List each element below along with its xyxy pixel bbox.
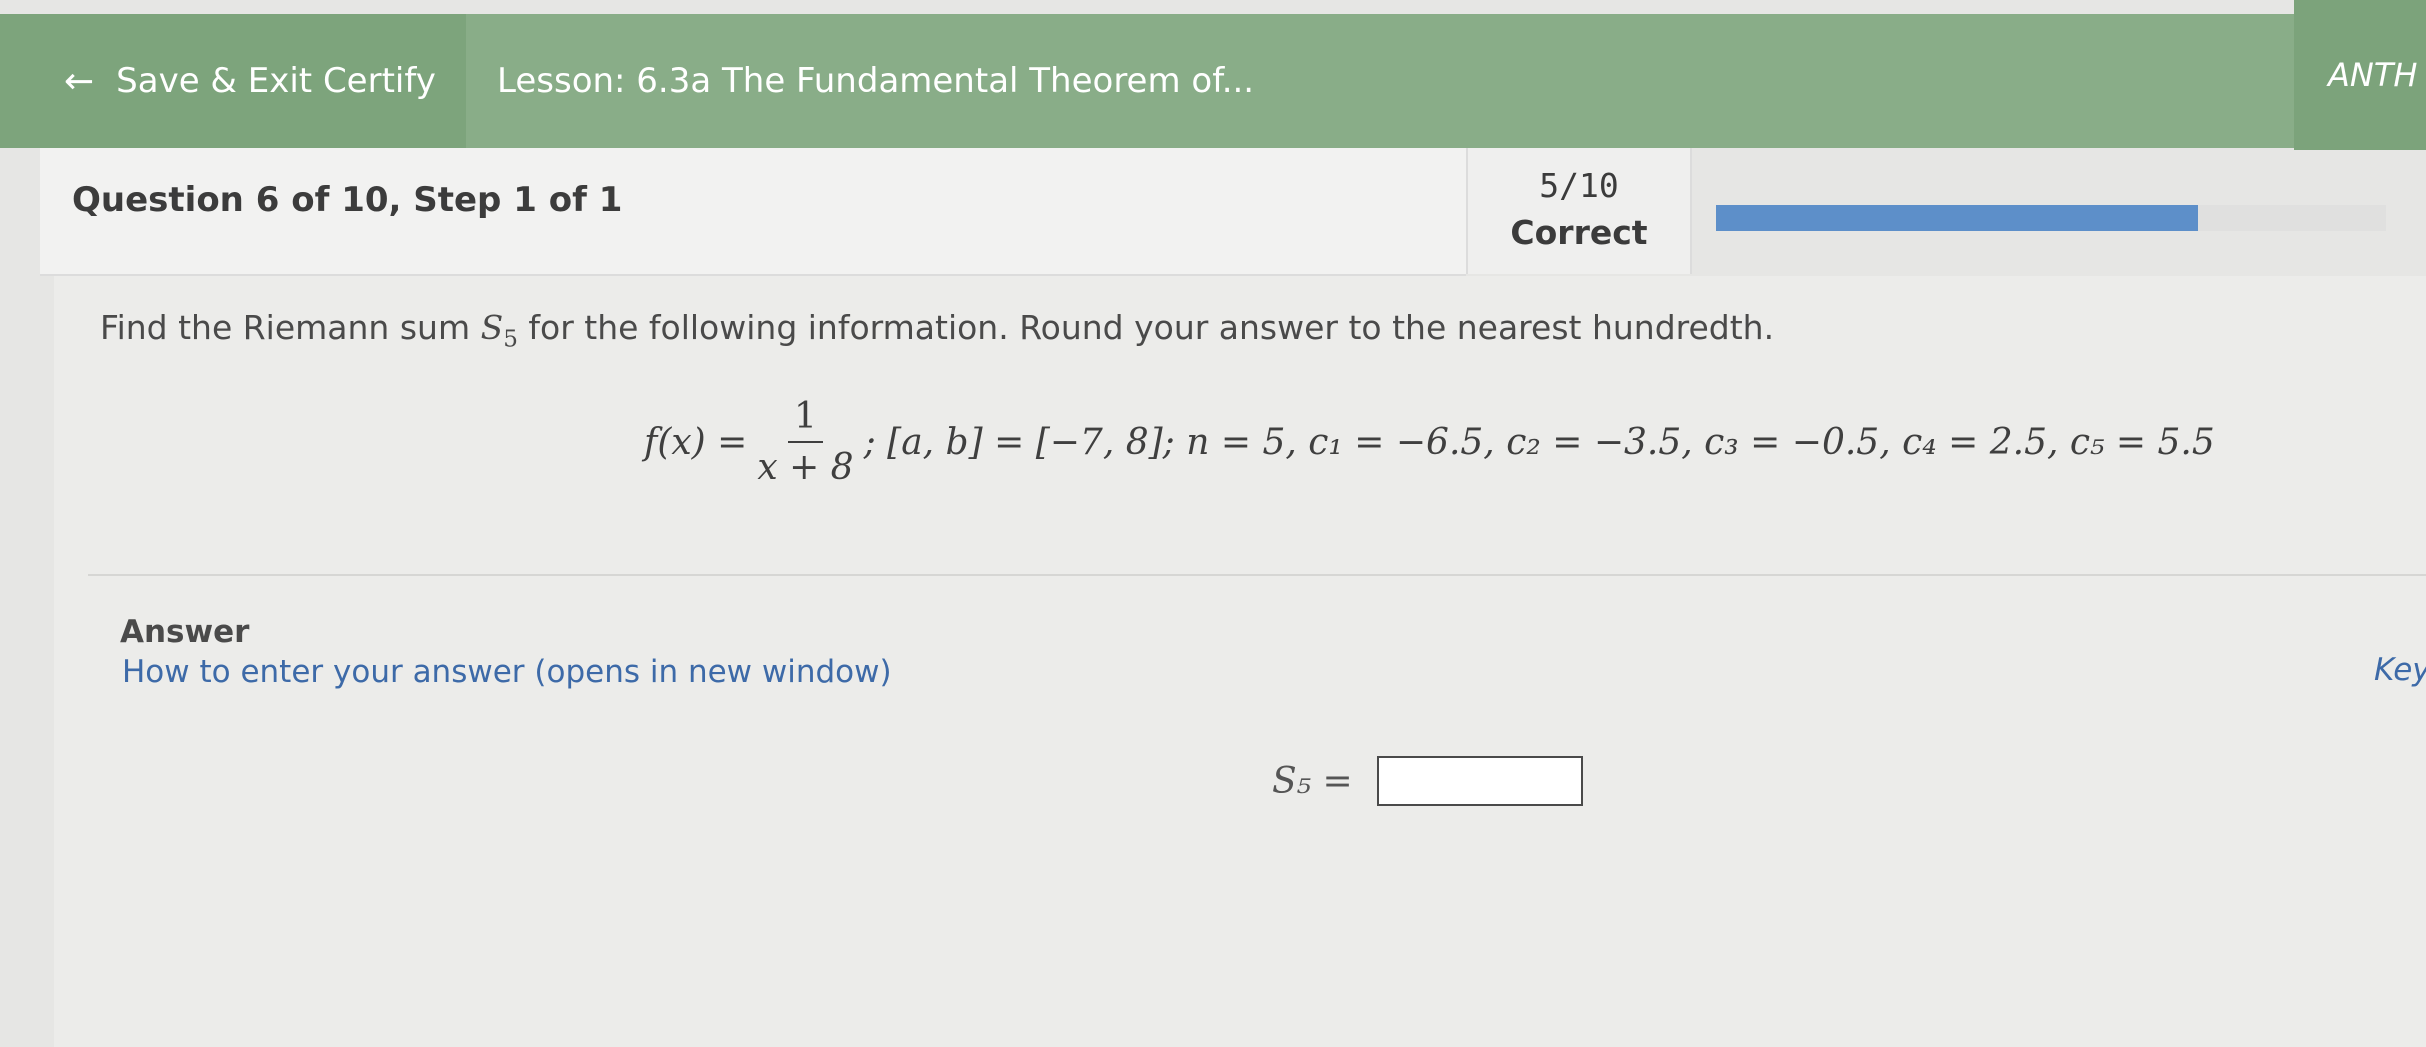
progress-bar-fill (1716, 205, 2199, 231)
answer-heading: Answer (120, 614, 250, 650)
answer-input[interactable] (1376, 756, 1583, 806)
score-label: Correct (1510, 213, 1648, 252)
score-summary: 5/10 Correct (1466, 148, 1692, 274)
section-divider (88, 574, 2426, 576)
brand-logo: ANTH (2294, 0, 2426, 150)
function-fraction: 1 x + 8 (757, 396, 853, 488)
problem-conditions: ; [a, b] = [−7, 8]; n = 5, c₁ = −6.5, c₂… (863, 421, 2215, 463)
back-arrow-icon: ← (64, 60, 95, 102)
progress-bar (1716, 205, 2386, 231)
fraction-numerator: 1 (788, 396, 823, 443)
top-navigation-bar: ← Save & Exit Certify Lesson: 6.3a The F… (0, 14, 2426, 148)
score-fraction: 5/10 (1539, 166, 1619, 205)
problem-formula: f(x) = 1 x + 8 ; [a, b] = [−7, 8]; n = 5… (644, 396, 2215, 488)
answer-row: S₅ = (1272, 756, 1583, 806)
save-exit-label: Save & Exit Certify (116, 61, 436, 101)
question-title: Question 6 of 10, Step 1 of 1 (72, 180, 623, 220)
prompt-text-before: Find the Riemann sum (100, 308, 471, 347)
keyboard-shortcuts-link[interactable]: Keyb (2374, 652, 2426, 688)
prompt-sum-symbol: S5 (480, 308, 518, 353)
fraction-denominator: x + 8 (757, 447, 854, 488)
question-content: Find the Riemann sum S5 for the followin… (54, 276, 2426, 1047)
answer-help-link[interactable]: How to enter your answer (opens in new w… (122, 654, 892, 690)
save-exit-button[interactable]: ← Save & Exit Certify (0, 14, 466, 148)
function-lhs: f(x) = (644, 421, 748, 463)
lesson-title: Lesson: 6.3a The Fundamental Theorem of.… (497, 61, 1255, 101)
question-prompt: Find the Riemann sum S5 for the followin… (100, 308, 1774, 353)
prompt-text-after: for the following information. Round you… (528, 308, 1775, 347)
question-header: Question 6 of 10, Step 1 of 1 (40, 148, 1466, 276)
answer-symbol: S₅ = (1272, 760, 1353, 802)
